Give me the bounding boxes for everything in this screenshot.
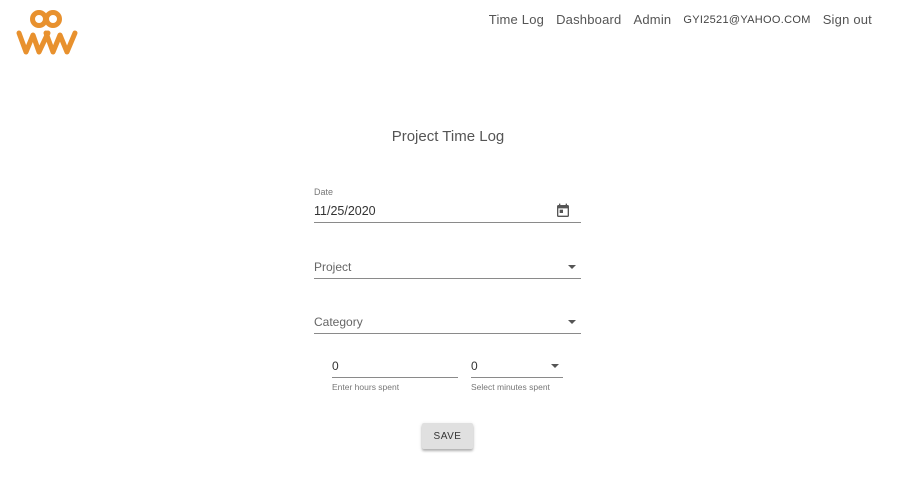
minutes-value[interactable]: 0 <box>471 359 478 373</box>
nav-dashboard-link[interactable]: Dashboard <box>550 12 627 27</box>
top-nav: Time Log Dashboard Admin GYI2521@YAHOO.C… <box>483 12 878 27</box>
date-value[interactable]: 11/25/2020 <box>314 204 376 218</box>
dropdown-arrow-icon[interactable] <box>568 264 576 269</box>
user-email[interactable]: GYI2521@YAHOO.COM <box>677 14 816 26</box>
category-select[interactable]: Category <box>314 310 581 334</box>
project-placeholder: Project <box>314 259 352 274</box>
hours-helper-text: Enter hours spent <box>332 382 400 392</box>
project-select-row[interactable]: Project <box>314 255 581 279</box>
date-field[interactable]: Date 11/25/2020 <box>314 187 581 223</box>
nav-admin-link[interactable]: Admin <box>628 12 678 27</box>
minutes-helper-text: Select minutes spent <box>471 382 550 392</box>
save-button[interactable]: SAVE <box>422 423 473 449</box>
page: Time Log Dashboard Admin GYI2521@YAHOO.C… <box>0 0 900 481</box>
category-select-row[interactable]: Category <box>314 310 581 334</box>
hours-value[interactable]: 0 <box>332 359 339 373</box>
minutes-select-row[interactable]: 0 <box>471 355 563 378</box>
date-label: Date <box>314 187 334 197</box>
project-select[interactable]: Project <box>314 255 581 279</box>
minutes-select[interactable]: 0 Select minutes spent <box>471 355 563 392</box>
category-placeholder: Category <box>314 314 363 329</box>
calendar-icon[interactable] <box>555 203 571 219</box>
hours-input[interactable]: 0 <box>332 355 458 378</box>
date-input[interactable]: 11/25/2020 <box>314 199 581 223</box>
dropdown-arrow-icon[interactable] <box>551 364 559 368</box>
page-title: Project Time Log <box>391 128 505 145</box>
nav-time-log-link[interactable]: Time Log <box>483 12 550 27</box>
dropdown-arrow-icon[interactable] <box>568 319 576 324</box>
hours-field[interactable]: 0 Enter hours spent <box>332 355 458 392</box>
ww-logo-icon[interactable] <box>15 9 81 57</box>
nav-sign-out-link[interactable]: Sign out <box>817 12 878 27</box>
